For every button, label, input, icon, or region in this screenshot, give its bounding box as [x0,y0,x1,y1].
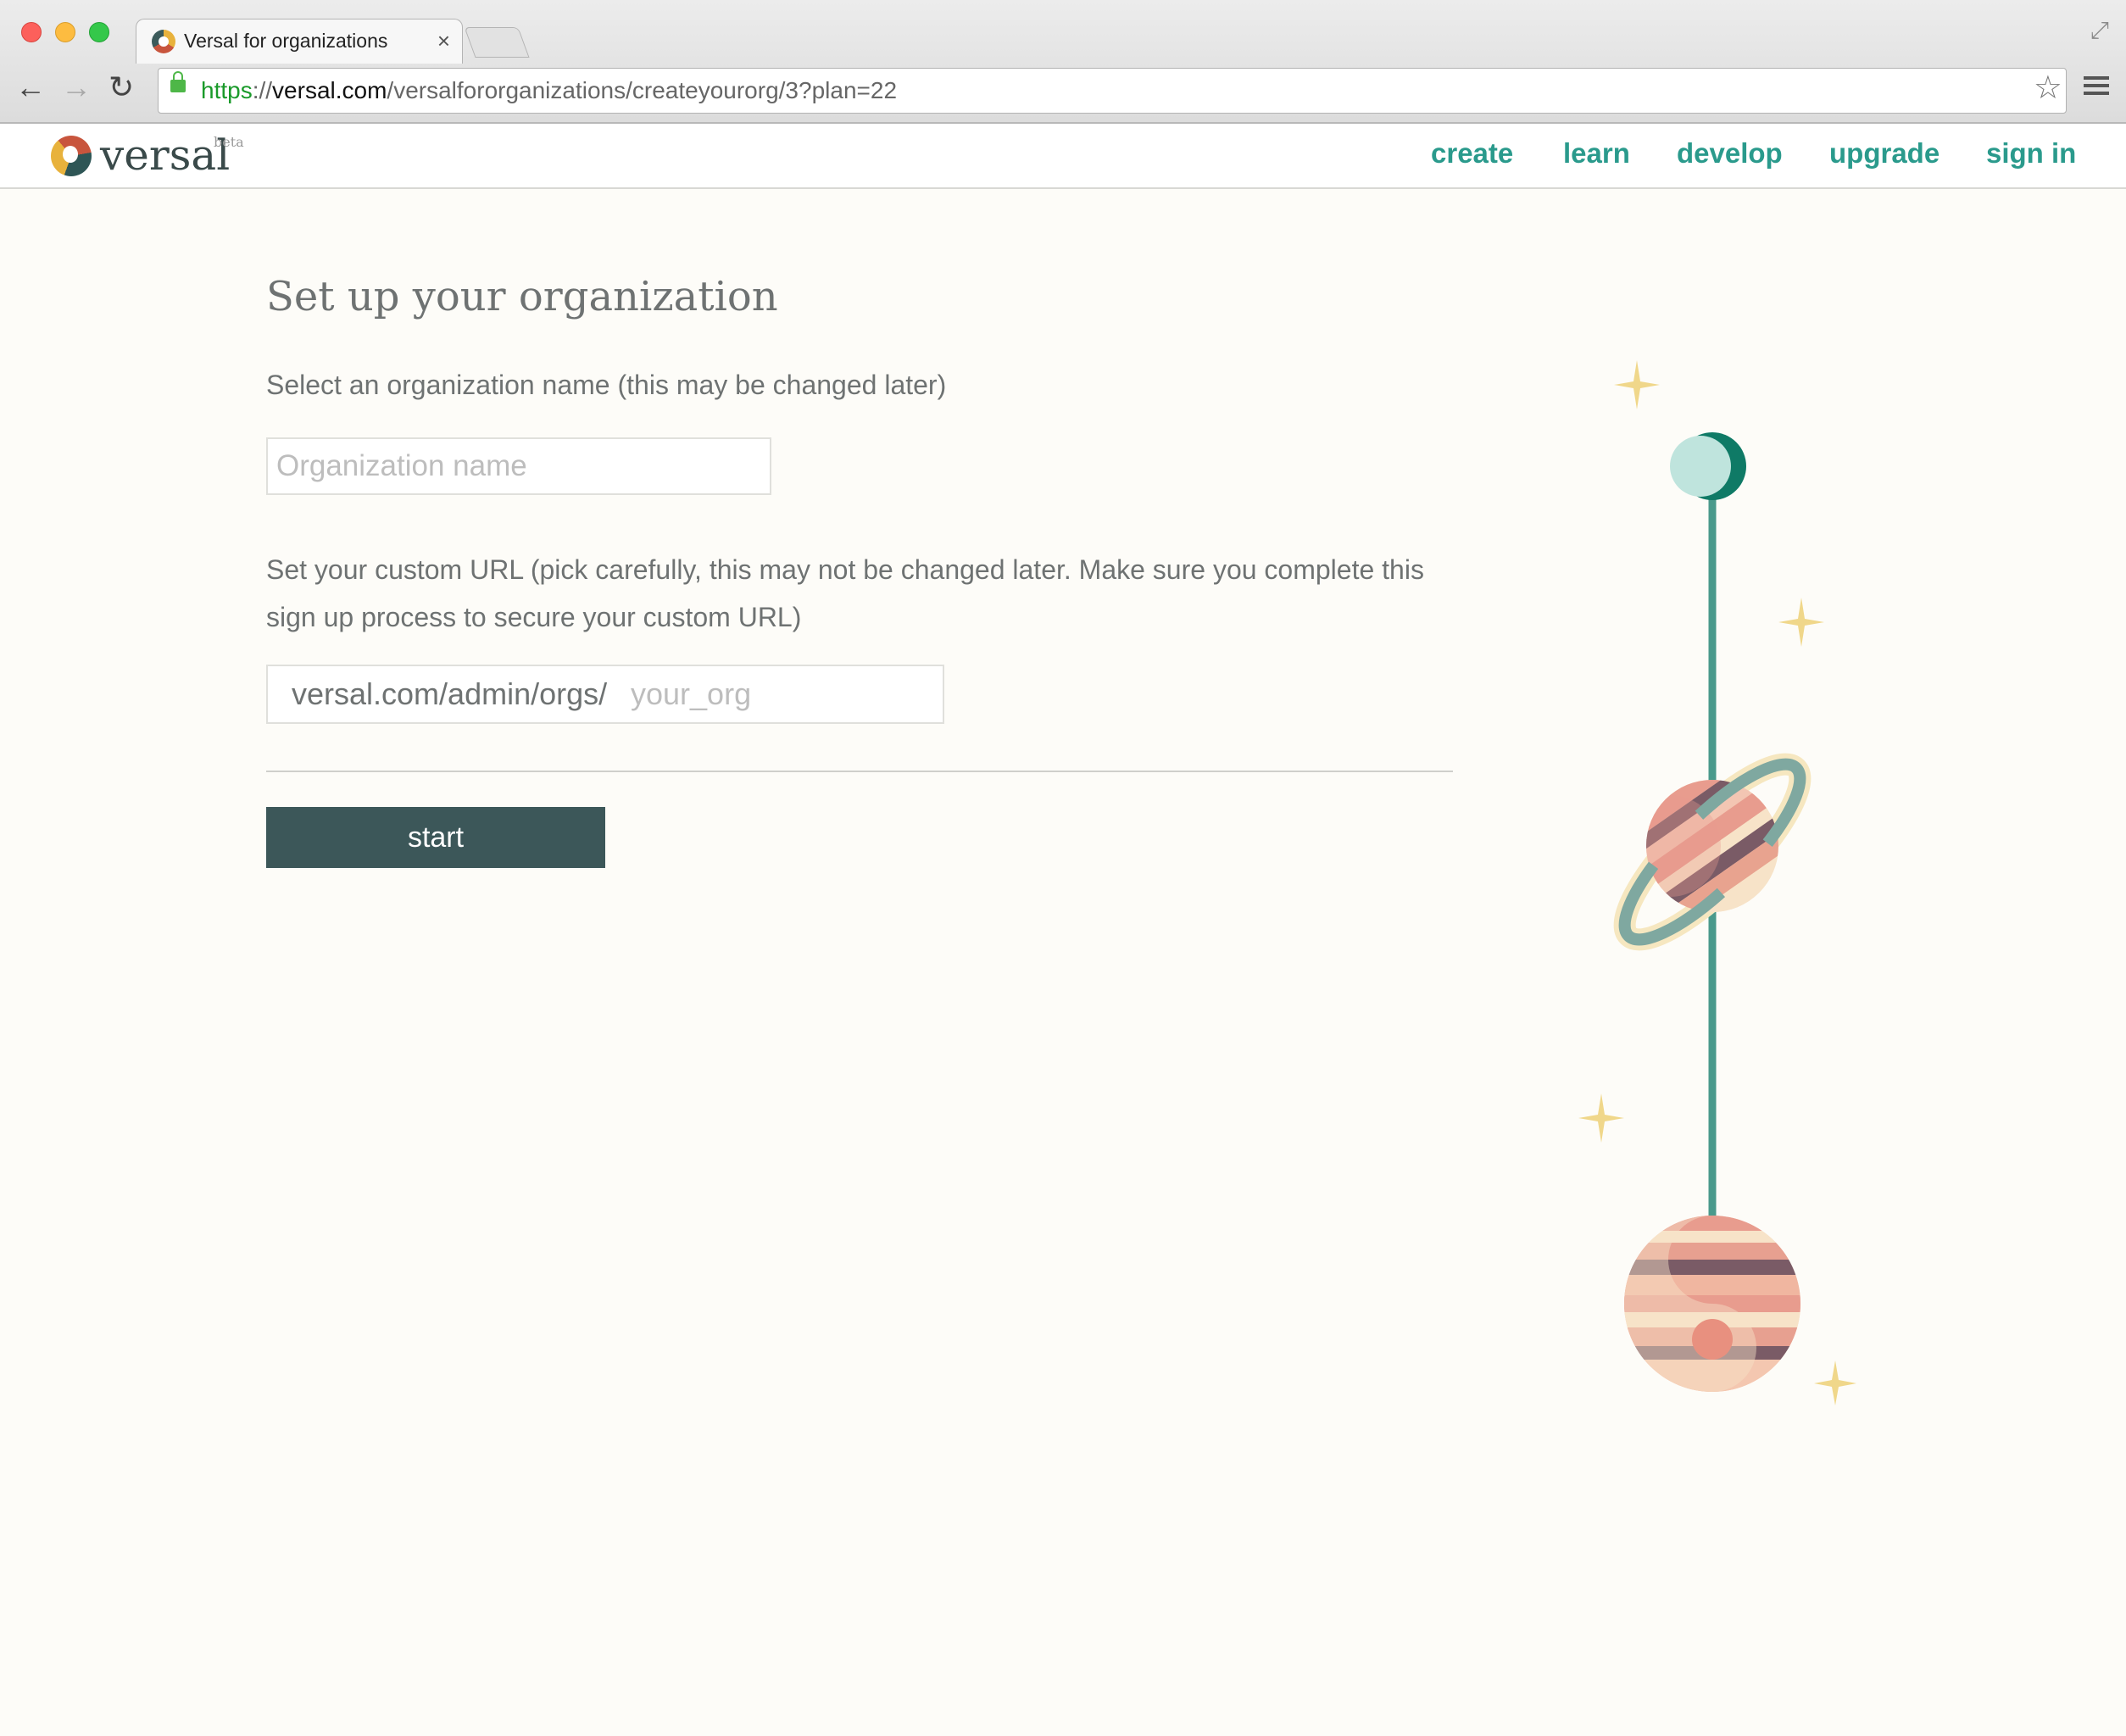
versal-favicon-icon [152,30,175,53]
fullscreen-icon[interactable]: ⤢ [2090,17,2109,45]
versal-logo-icon[interactable] [51,136,92,176]
nav-learn-link[interactable]: learn [1563,137,1630,170]
browser-chrome: Versal for organizations × ⤢ ← → ↻ https… [0,0,2126,124]
back-icon[interactable]: ← [15,72,46,103]
close-window-button[interactable] [21,22,42,42]
beta-badge: beta [214,134,244,150]
url-scheme: https [201,77,253,103]
custom-url-field[interactable]: versal.com/admin/orgs/ [266,665,944,724]
nav-upgrade-link[interactable]: upgrade [1829,137,1940,170]
logo-text[interactable]: versal [100,131,230,180]
planets-illustration [1578,360,1856,1405]
url-text[interactable]: https://versal.com/versalfororganization… [201,77,897,104]
custom-url-prefix: versal.com/admin/orgs/ [292,676,608,711]
zoom-window-button[interactable] [89,22,109,42]
start-button[interactable]: start [266,807,605,868]
star-icon[interactable]: ☆ [2034,72,2062,104]
url-separator: :// [252,77,273,103]
lock-icon [170,71,186,92]
moon-icon [1670,432,1746,500]
big-planet-icon [1624,1216,1800,1392]
minimize-window-button[interactable] [55,22,75,42]
org-name-label: Select an organization name (this may be… [266,370,947,400]
menu-icon[interactable] [2084,76,2109,99]
nav-create-link[interactable]: create [1431,137,1513,170]
org-name-input[interactable] [266,437,771,495]
new-tab-button[interactable] [464,27,530,58]
form-divider [266,771,1453,772]
custom-url-label: Set your custom URL (pick carefully, thi… [266,554,1424,632]
url-path: /versalfororganizations/createyourorg/3?… [387,77,898,103]
tab-title: Versal for organizations [184,30,388,52]
reload-icon[interactable]: ↻ [109,72,134,103]
tab-close-icon[interactable]: × [437,28,450,54]
custom-url-input[interactable] [631,675,927,714]
page-title: Set up your organization [266,273,778,320]
url-host: versal.com [272,77,387,103]
forward-icon[interactable]: → [61,72,92,103]
site-header: versal beta create learn develop upgrade… [0,124,2126,189]
nav-sign-in-link[interactable]: sign in [1986,137,2076,170]
browser-tab[interactable]: Versal for organizations × [136,19,463,64]
nav-develop-link[interactable]: develop [1677,137,1783,170]
address-bar[interactable]: https://versal.com/versalfororganization… [158,68,2067,114]
